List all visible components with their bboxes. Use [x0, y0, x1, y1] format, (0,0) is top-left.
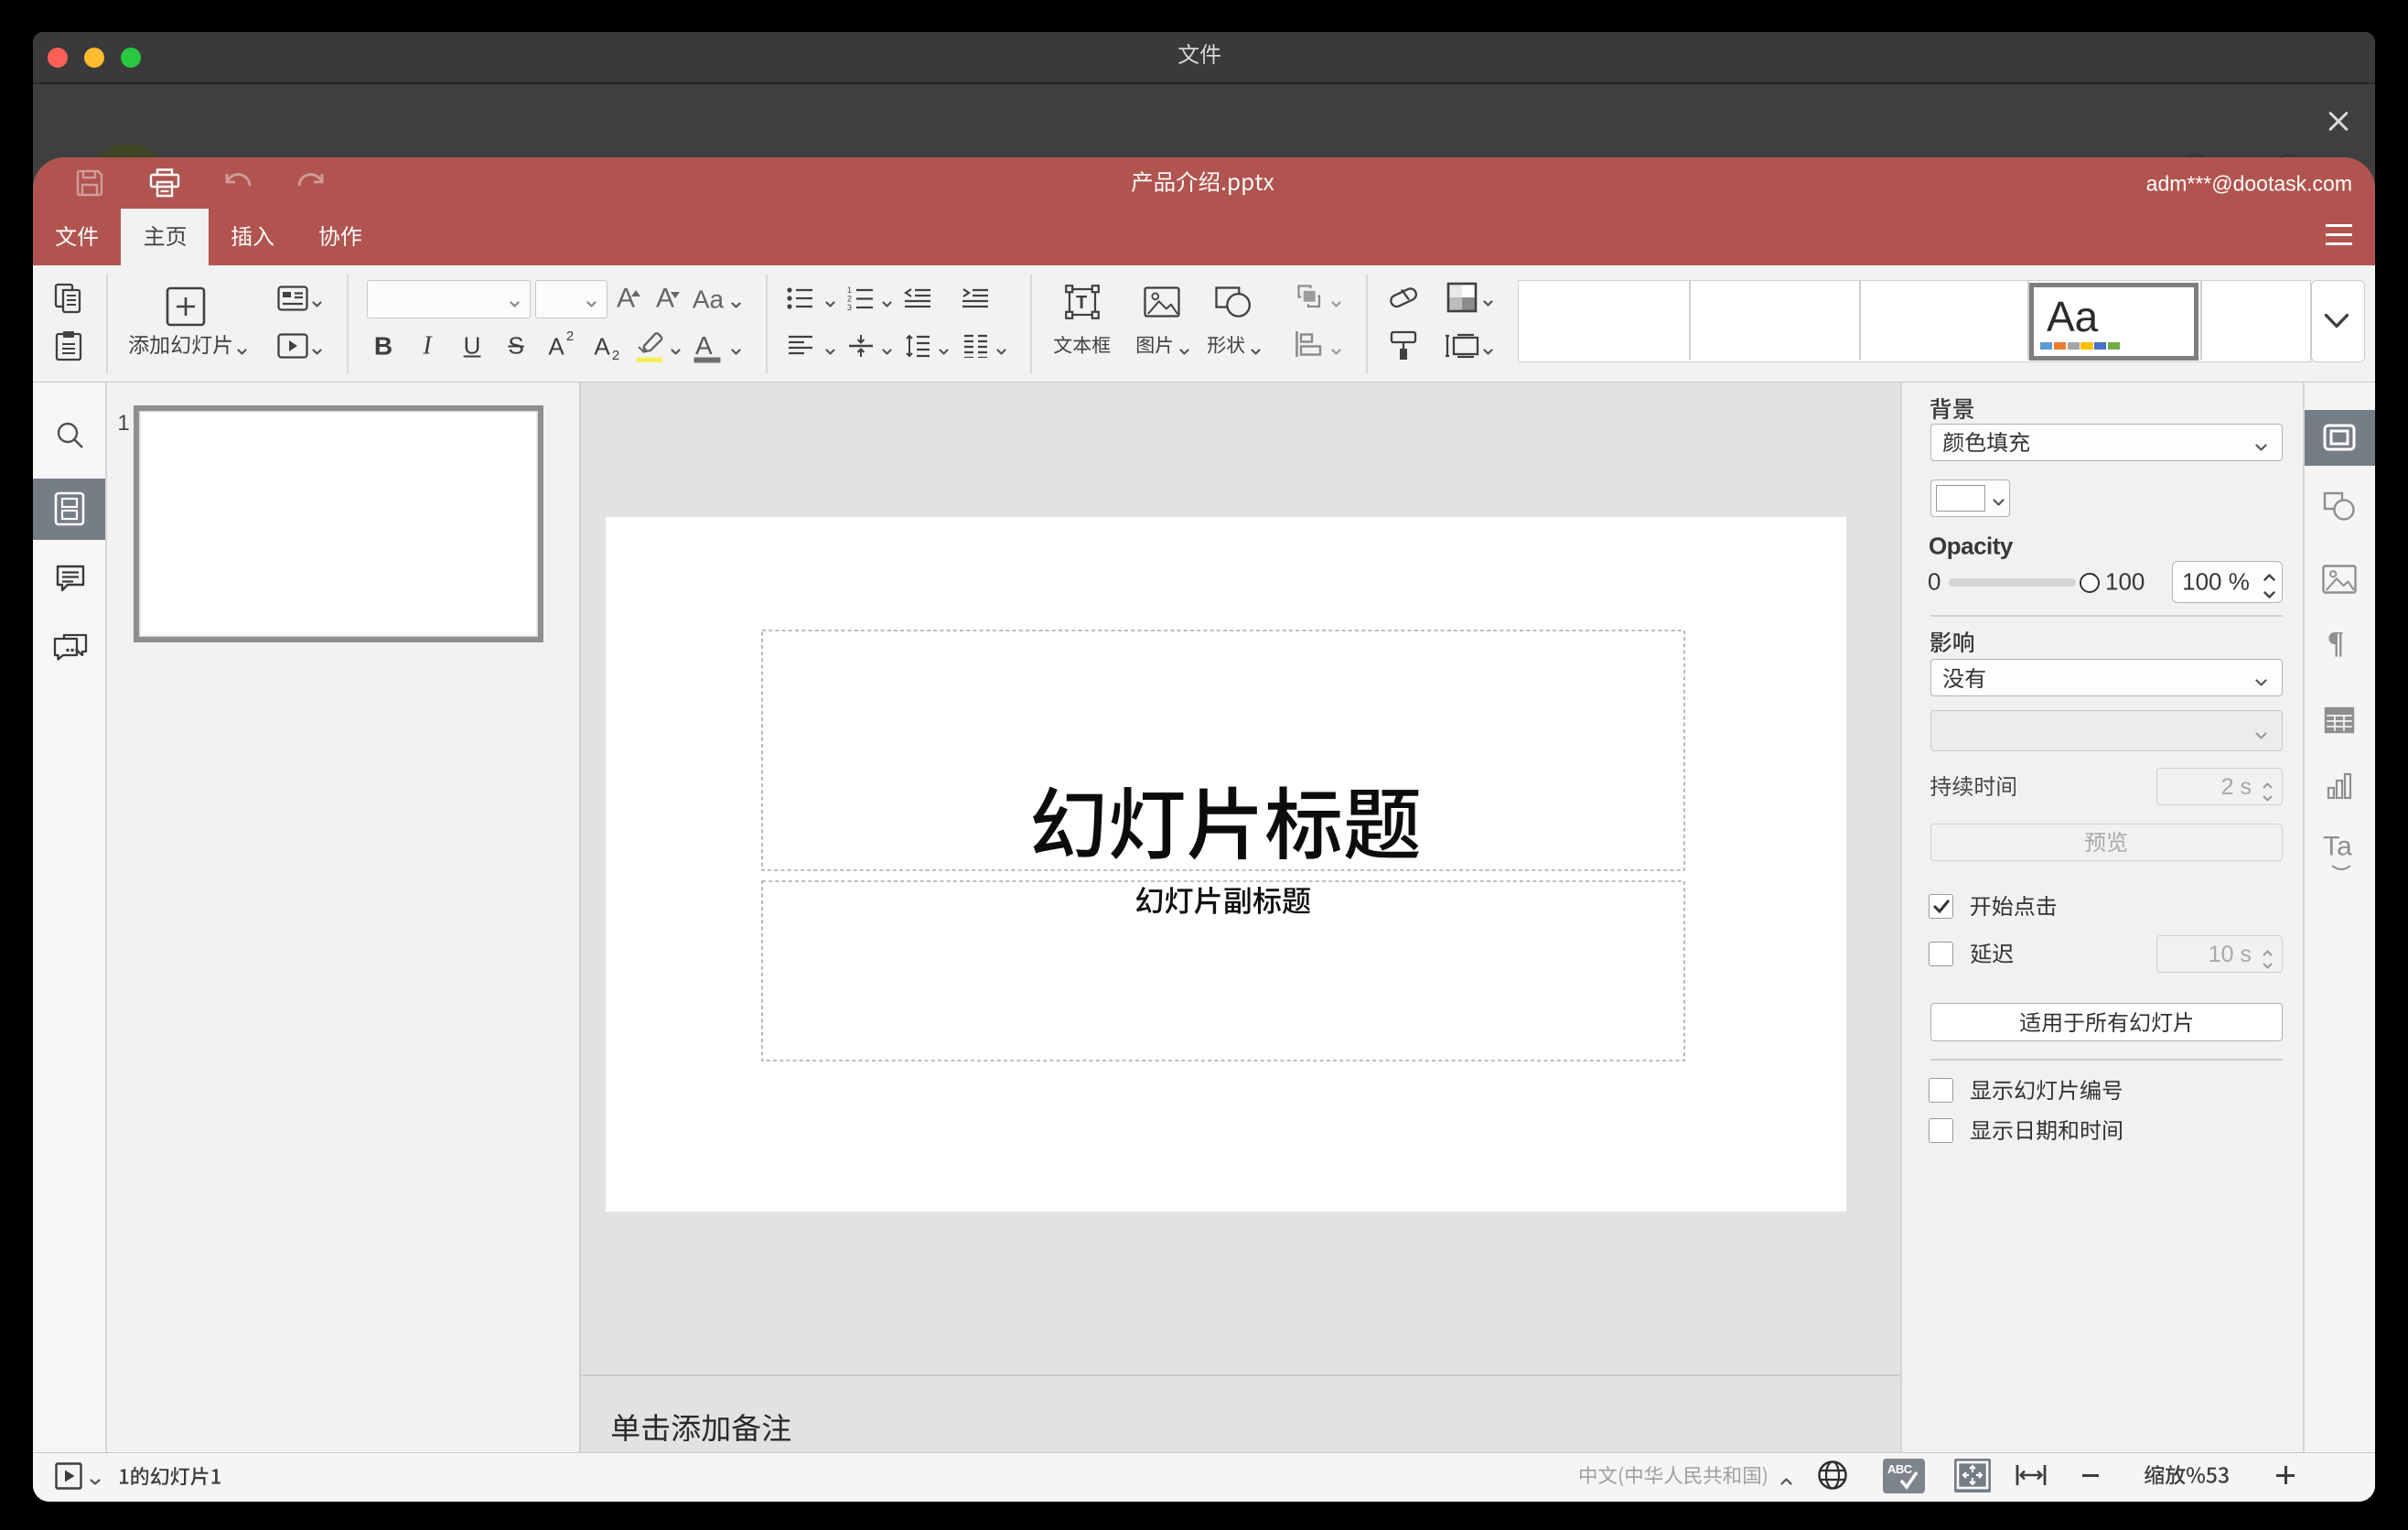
svg-text:2: 2 — [847, 295, 852, 304]
svg-text:ABC: ABC — [1887, 1462, 1913, 1476]
svg-text:A: A — [695, 332, 713, 360]
svg-text:3: 3 — [847, 303, 852, 311]
svg-text:1: 1 — [847, 286, 852, 295]
svg-text:T: T — [1076, 293, 1087, 313]
